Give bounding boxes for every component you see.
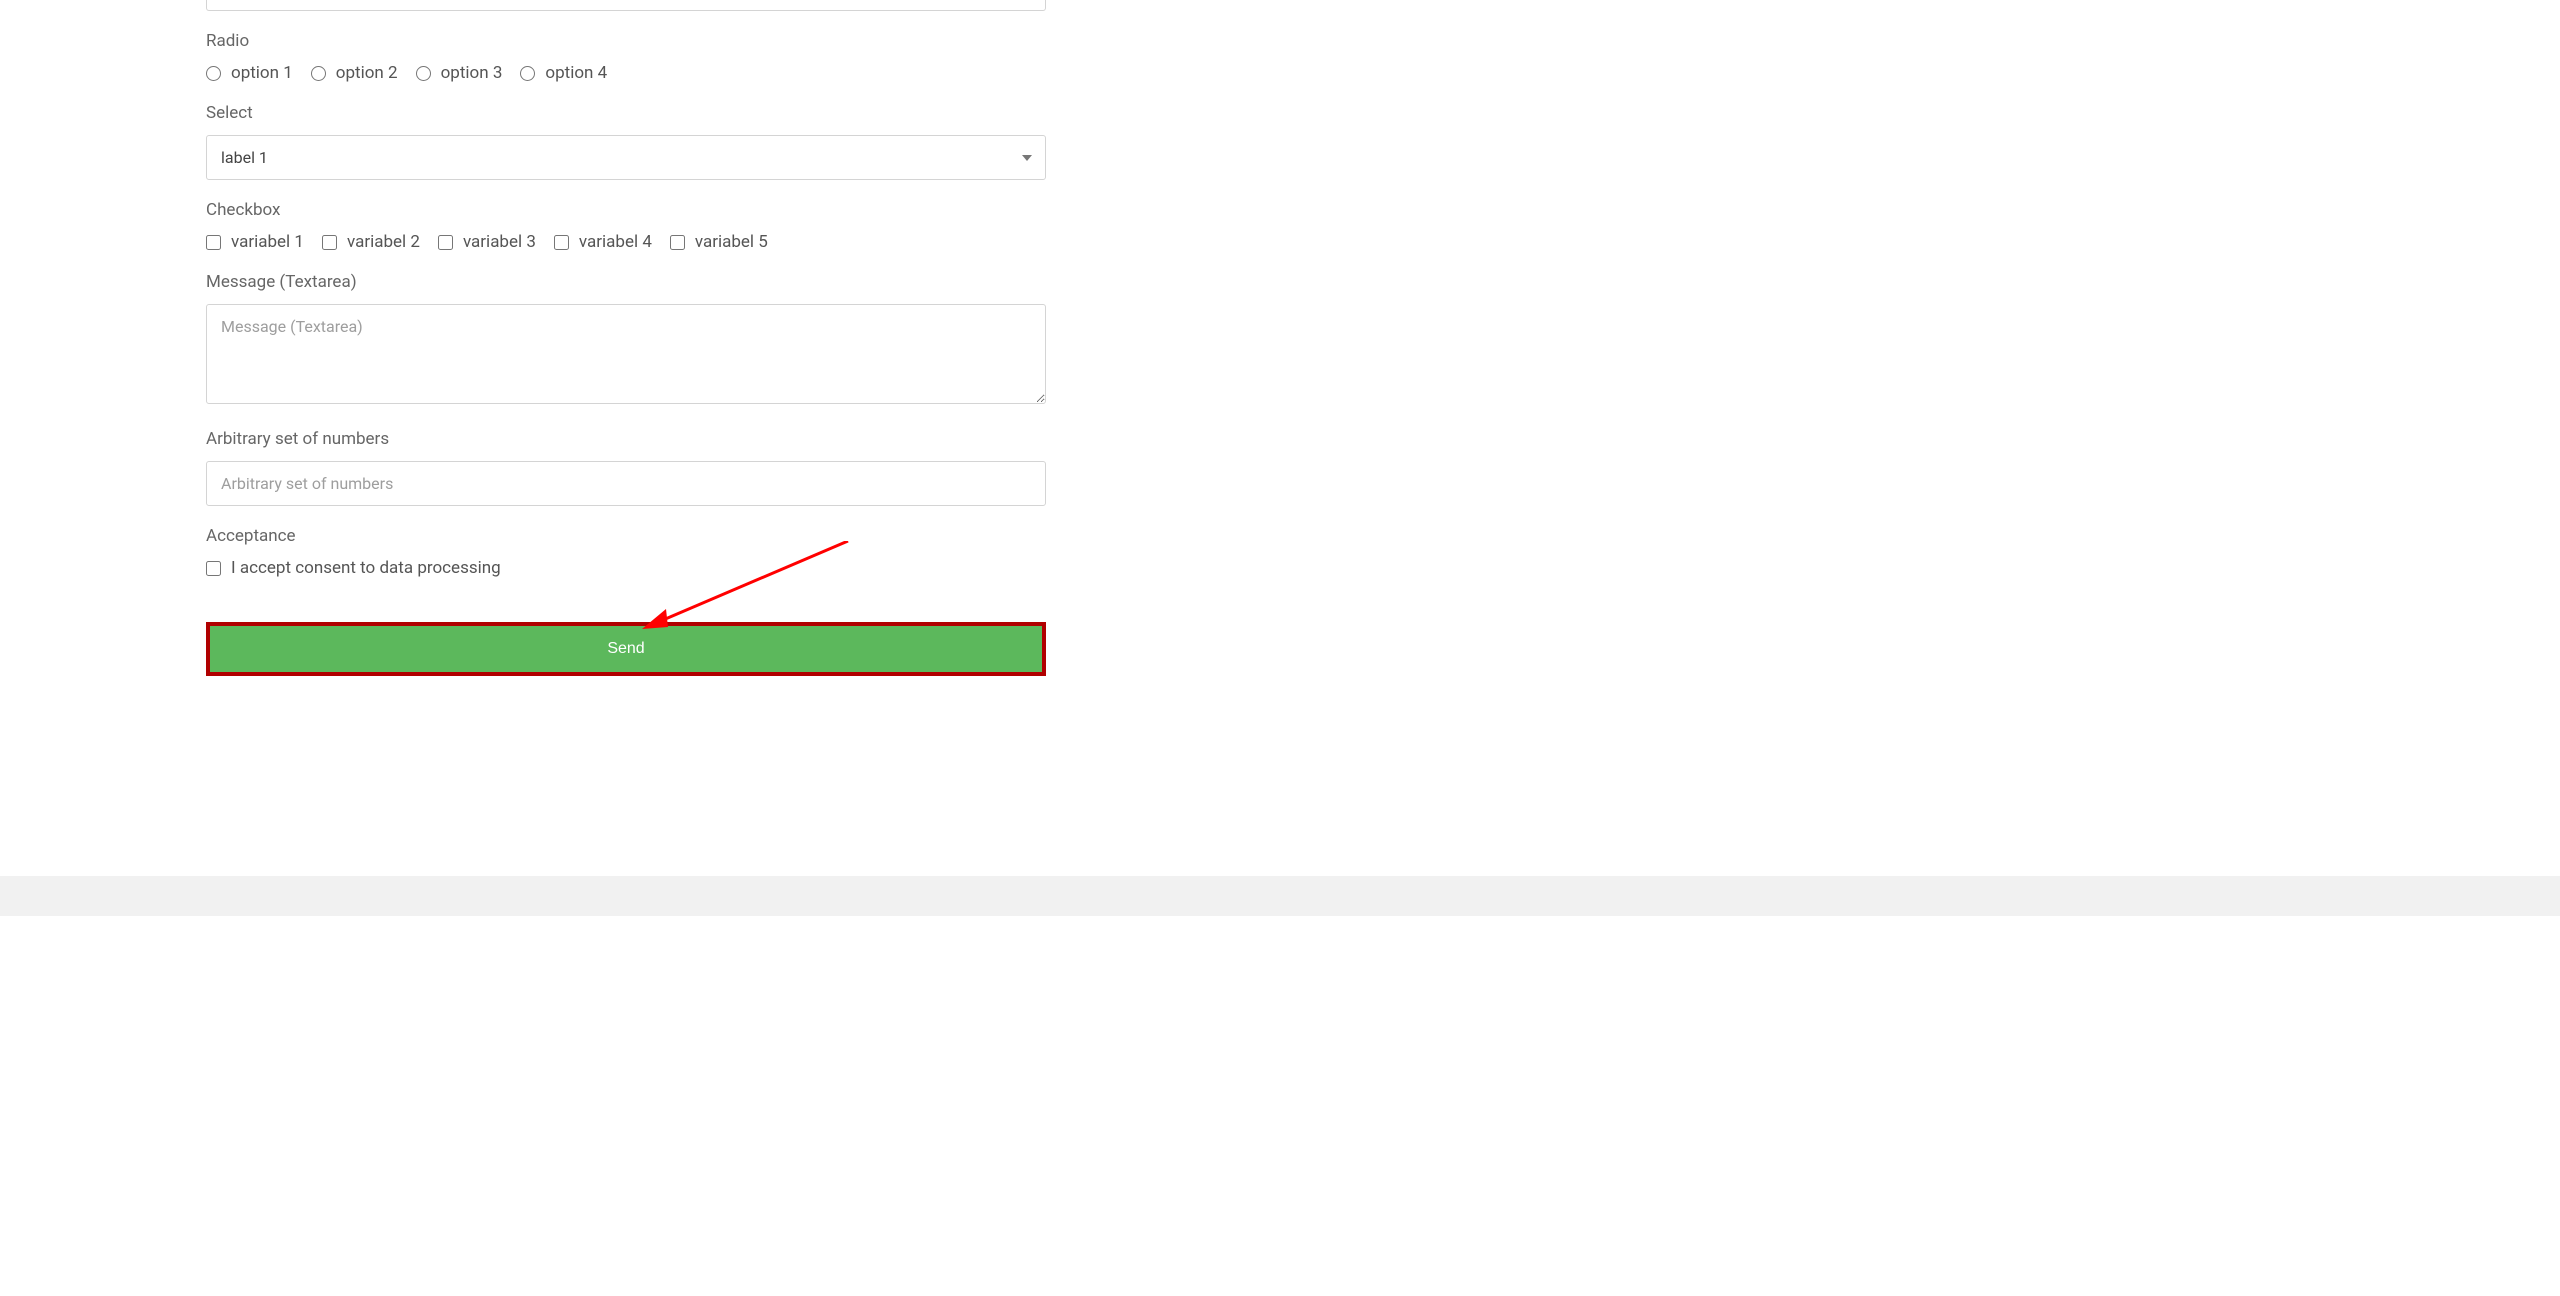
previous-input-edge [206, 0, 1046, 11]
message-label: Message (Textarea) [206, 272, 1046, 292]
select-label: Select [206, 103, 1046, 123]
radio-input-3[interactable] [416, 66, 431, 81]
radio-option-2[interactable]: option 2 [311, 63, 398, 83]
acceptance-text: I accept consent to data processing [231, 558, 501, 578]
checkbox-option-1[interactable]: variabel 1 [206, 232, 304, 252]
checkbox-option-label: variabel 2 [347, 232, 420, 252]
checkbox-input-3[interactable] [438, 235, 453, 250]
radio-label: Radio [206, 31, 1046, 51]
acceptance-label: Acceptance [206, 526, 1046, 546]
checkbox-input-5[interactable] [670, 235, 685, 250]
checkbox-option-label: variabel 4 [579, 232, 652, 252]
radio-option-label: option 4 [545, 63, 607, 83]
radio-group: option 1 option 2 option 3 option 4 [206, 63, 1046, 83]
numbers-label: Arbitrary set of numbers [206, 429, 1046, 449]
checkbox-option-label: variabel 5 [695, 232, 768, 252]
numbers-field: Arbitrary set of numbers [206, 429, 1046, 506]
radio-option-label: option 1 [231, 63, 293, 83]
checkbox-option-label: variabel 3 [463, 232, 536, 252]
acceptance-field: Acceptance I accept consent to data proc… [206, 526, 1046, 578]
checkbox-option-2[interactable]: variabel 2 [322, 232, 420, 252]
select-input[interactable]: label 1 [206, 135, 1046, 180]
select-wrap: label 1 [206, 135, 1046, 180]
radio-field: Radio option 1 option 2 option 3 option … [206, 31, 1046, 83]
radio-input-1[interactable] [206, 66, 221, 81]
page-footer-band [0, 876, 2560, 916]
annotation-highlight-box: Send [206, 622, 1046, 676]
acceptance-option[interactable]: I accept consent to data processing [206, 558, 1046, 578]
radio-option-3[interactable]: option 3 [416, 63, 503, 83]
message-field: Message (Textarea) [206, 272, 1046, 409]
checkbox-option-5[interactable]: variabel 5 [670, 232, 768, 252]
radio-option-label: option 2 [336, 63, 398, 83]
checkbox-input-4[interactable] [554, 235, 569, 250]
select-field: Select label 1 [206, 103, 1046, 180]
radio-input-2[interactable] [311, 66, 326, 81]
form-container: Radio option 1 option 2 option 3 option … [206, 0, 1046, 736]
radio-option-label: option 3 [441, 63, 503, 83]
checkbox-field: Checkbox variabel 1 variabel 2 variabel … [206, 200, 1046, 252]
checkbox-input-1[interactable] [206, 235, 221, 250]
radio-option-1[interactable]: option 1 [206, 63, 293, 83]
checkbox-option-label: variabel 1 [231, 232, 304, 252]
message-textarea[interactable] [206, 304, 1046, 404]
select-value: label 1 [221, 148, 268, 167]
checkbox-label: Checkbox [206, 200, 1046, 220]
numbers-input[interactable] [206, 461, 1046, 506]
acceptance-checkbox[interactable] [206, 561, 221, 576]
radio-option-4[interactable]: option 4 [520, 63, 607, 83]
checkbox-input-2[interactable] [322, 235, 337, 250]
checkbox-option-3[interactable]: variabel 3 [438, 232, 536, 252]
checkbox-group: variabel 1 variabel 2 variabel 3 variabe… [206, 232, 1046, 252]
send-button[interactable]: Send [210, 626, 1042, 672]
radio-input-4[interactable] [520, 66, 535, 81]
checkbox-option-4[interactable]: variabel 4 [554, 232, 652, 252]
